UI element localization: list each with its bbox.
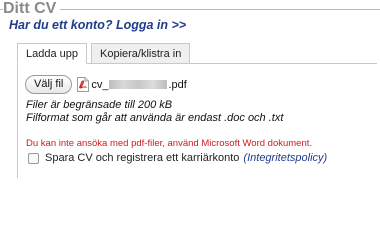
choose-file-button[interactable]: Välj fil <box>25 75 73 94</box>
login-link[interactable]: Har du ett konto? Logga in >> <box>9 18 186 32</box>
tab-bar: Ladda upp Kopiera/klistra in <box>17 43 191 64</box>
file-row: Välj fil cv_ .pdf <box>25 75 187 94</box>
error-message: Du kan inte ansöka med pdf-filer, använd… <box>26 138 313 149</box>
file-name-prefix: cv_ <box>91 78 109 91</box>
file-name-redacted <box>109 80 168 89</box>
section-title: Ditt CV <box>3 0 61 18</box>
register-checkbox[interactable] <box>28 152 39 164</box>
tab-copy-paste[interactable]: Kopiera/klistra in <box>91 43 191 63</box>
format-note-text: Filformat som går att använda är endast … <box>26 112 284 124</box>
size-limit-text: Filer är begränsade till 200 kB <box>26 99 173 111</box>
selected-file-name: cv_ .pdf <box>91 79 186 91</box>
register-row: Spara CV och registrera ett karriärkonto… <box>28 152 327 164</box>
register-checkbox-label[interactable]: Spara CV och registrera ett karriärkonto <box>45 152 239 164</box>
tab-upload[interactable]: Ladda upp <box>17 43 87 64</box>
upload-panel: Välj fil cv_ .pdf Filer är begränsade ti… <box>17 63 377 178</box>
upload-info: Filer är begränsade till 200 kB Filforma… <box>26 99 283 125</box>
file-name-suffix: .pdf <box>168 78 187 91</box>
pdf-icon <box>77 77 90 92</box>
privacy-policy-link[interactable]: (Integritetspolicy) <box>243 152 327 164</box>
